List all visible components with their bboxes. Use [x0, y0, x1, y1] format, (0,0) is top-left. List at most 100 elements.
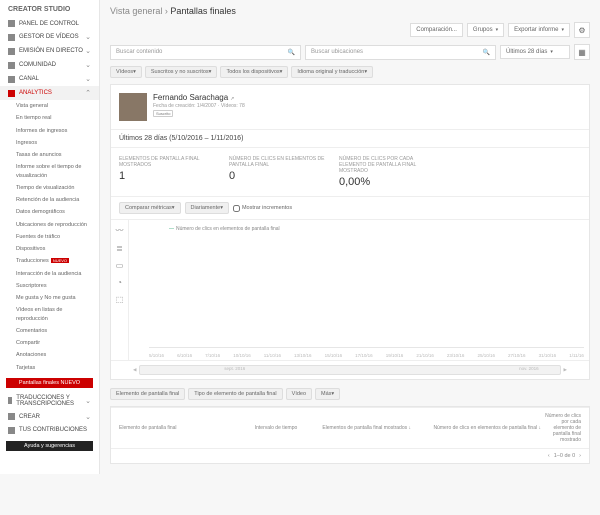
sidebar-item-label: ANALYTICS	[19, 90, 52, 96]
tab-more[interactable]: Más ▾	[315, 388, 340, 400]
table-pager: ‹ 1–0 de 0 ›	[111, 448, 589, 463]
show-increments-checkbox[interactable]	[233, 205, 240, 212]
tab-video[interactable]: Vídeo	[286, 388, 312, 400]
chevron-down-icon: ▾	[172, 205, 175, 211]
chevron-down-icon: ⌄	[85, 413, 91, 421]
stat-ctr[interactable]: NÚMERO DE CLICS POR CADA ELEMENTO DE PAN…	[339, 156, 449, 188]
sidebar-item-label: COMUNIDAD	[19, 62, 56, 68]
filter-language[interactable]: Idioma original y traducción ▾	[291, 66, 373, 78]
report-panel: Fernando Sarachaga↗ Fecha de creación: 1…	[110, 84, 590, 380]
chart-type-toolbar: 〰 ≣ ▭ ◔ ⬚	[111, 220, 129, 360]
analytics-sub-retention[interactable]: Retención de la audiencia	[0, 194, 99, 206]
compare-button[interactable]: Comparación...	[410, 23, 463, 37]
stat-clicks[interactable]: NÚMERO DE CLICS EN ELEMENTOS DE PANTALLA…	[229, 156, 339, 188]
analytics-sub-translations[interactable]: TraduccionesNUEVO	[0, 255, 99, 267]
sidebar-item-channel[interactable]: CANAL⌄	[0, 72, 99, 86]
search-locations-input[interactable]: Buscar ubicaciones🔍	[305, 45, 496, 60]
analytics-sub-watchreport[interactable]: Informe sobre el tiempo de visualización	[0, 161, 99, 182]
analytics-sub-revreport[interactable]: Informes de ingresos	[0, 125, 99, 137]
channel-icon	[8, 76, 15, 83]
analytics-sub-adrates[interactable]: Tasas de anuncios	[0, 149, 99, 161]
sidebar-item-contributions[interactable]: TUS CONTRIBUCIONES	[0, 424, 99, 437]
analytics-sub-engagement[interactable]: Interacción de la audiencia	[0, 268, 99, 280]
mapchart-icon[interactable]: ⬚	[116, 295, 124, 304]
sidebar-item-label: CREAR	[19, 414, 40, 420]
analytics-sub-playlists[interactable]: Vídeos en listas de reproducción	[0, 304, 99, 325]
settings-button[interactable]: ⚙	[574, 22, 590, 38]
tab-element[interactable]: Elemento de pantalla final	[110, 388, 185, 400]
analytics-sub-revenue[interactable]: Ingresos	[0, 137, 99, 149]
col-shown[interactable]: Elementos de pantalla final mostrados ↓	[301, 425, 411, 431]
sidebar-item-live[interactable]: EMISIÓN EN DIRECTO⌄	[0, 44, 99, 58]
analytics-sub-cards[interactable]: Tarjetas	[0, 362, 99, 374]
analytics-sub-traffic[interactable]: Fuentes de tráfico	[0, 231, 99, 243]
sidebar-item-create[interactable]: CREAR ⌄	[0, 410, 99, 424]
barchart-icon[interactable]: ▭	[116, 261, 124, 270]
sidebar-item-label: PANEL DE CONTROL	[19, 21, 79, 27]
pager-prev[interactable]: ‹	[548, 453, 550, 459]
dashboard-icon	[8, 20, 15, 27]
analytics-sub-realtime[interactable]: En tiempo real	[0, 112, 99, 124]
analytics-sub-annotations[interactable]: Anotaciones	[0, 349, 99, 361]
pager-next[interactable]: ›	[579, 453, 581, 459]
filter-subscribed[interactable]: Suscritos y no suscritos ▾	[145, 66, 218, 78]
analytics-sub-subscribers[interactable]: Suscriptores	[0, 280, 99, 292]
sidebar-item-translations[interactable]: TRADUCCIONES Y TRANSCRIPCIONES⌄	[0, 392, 99, 410]
stat-shown[interactable]: ELEMENTOS DE PANTALLA FINAL MOSTRADOS 1	[119, 156, 229, 188]
col-clicks[interactable]: Número de clics en elementos de pantalla…	[411, 425, 541, 431]
analytics-sub-devices[interactable]: Dispositivos	[0, 243, 99, 255]
analytics-sub-demographics[interactable]: Datos demográficos	[0, 206, 99, 218]
scroll-left-handle[interactable]: ◀	[133, 367, 136, 373]
analytics-sub-playback[interactable]: Ubicaciones de reproducción	[0, 219, 99, 231]
stats-row: ELEMENTOS DE PANTALLA FINAL MOSTRADOS 1 …	[111, 148, 589, 197]
compare-metrics-button[interactable]: Comparar métricas ▾	[119, 202, 181, 214]
chart-xticks: 5/10/166/10/167/10/1610/10/1611/10/1613/…	[149, 353, 584, 358]
sidebar-item-community[interactable]: COMUNIDAD⌄	[0, 58, 99, 72]
analytics-sub-watchtime[interactable]: Tiempo de visualización	[0, 182, 99, 194]
sidebar-item-dashboard[interactable]: PANEL DE CONTROL	[0, 17, 99, 30]
date-range-title: Últimos 28 días (5/10/2016 – 1/11/2016)	[111, 130, 589, 148]
help-button[interactable]: Ayuda y sugerencias	[6, 441, 93, 451]
chevron-down-icon: ▾	[550, 49, 553, 55]
sidebar-item-label: CANAL	[19, 76, 39, 82]
export-button[interactable]: Exportar informe▾	[508, 23, 570, 37]
sidebar-item-label: EMISIÓN EN DIRECTO	[19, 48, 83, 54]
analytics-sub-endscreens[interactable]: Pantallas finales NUEVO	[6, 378, 93, 388]
tab-element-type[interactable]: Tipo de elemento de pantalla final	[188, 388, 282, 400]
show-increments-toggle[interactable]: Mostrar incrementos	[233, 202, 292, 214]
live-icon	[8, 48, 15, 55]
granularity-button[interactable]: Diariamente ▾	[185, 202, 229, 214]
analytics-sub-overview[interactable]: Vista general	[0, 100, 99, 112]
open-channel-icon[interactable]: ↗	[230, 96, 234, 102]
crumb-parent[interactable]: Vista general	[110, 6, 162, 16]
chevron-down-icon: ⌄	[85, 33, 91, 41]
chart-scrollbar[interactable]: ◀ sept. 2016 nov. 2016 ▶	[111, 360, 589, 379]
groups-button[interactable]: Grupos▾	[467, 23, 504, 37]
col-element[interactable]: Elemento de pantalla final	[119, 425, 251, 431]
col-interval[interactable]: Intervalo de tiempo	[251, 425, 301, 431]
chevron-down-icon: ▾	[280, 69, 283, 75]
piechart-icon[interactable]: ◔	[117, 278, 122, 287]
search-content-input[interactable]: Buscar contenido🔍	[110, 45, 301, 60]
subscribe-button[interactable]: Suscrito	[153, 110, 173, 117]
scroll-track[interactable]: sept. 2016 nov. 2016	[139, 365, 560, 375]
sidebar-item-label: TUS CONTRIBUCIONES	[19, 427, 87, 433]
contributions-icon	[8, 427, 15, 434]
scroll-right-handle[interactable]: ▶	[564, 367, 567, 373]
search-icon: 🔍	[288, 49, 295, 56]
analytics-sub-sharing[interactable]: Compartir	[0, 337, 99, 349]
table-header: Elemento de pantalla final Intervalo de …	[111, 407, 589, 448]
sidebar-title: CREATOR STUDIO	[0, 6, 99, 17]
chart-plot: Número de clics en elementos de pantalla…	[129, 220, 589, 360]
calendar-button[interactable]: ▦	[574, 44, 590, 60]
col-ctr[interactable]: Número de clics por cada elemento de pan…	[541, 413, 581, 443]
sidebar-item-videos[interactable]: GESTOR DE VÍDEOS⌄	[0, 30, 99, 44]
analytics-sub-likes[interactable]: Me gusta y No me gusta	[0, 292, 99, 304]
multichart-icon[interactable]: ≣	[116, 244, 123, 253]
linechart-icon[interactable]: 〰	[116, 225, 124, 236]
date-range-button[interactable]: Últimos 28 días▾	[500, 45, 570, 59]
filter-videos[interactable]: Vídeos ▾	[110, 66, 142, 78]
filter-devices[interactable]: Todos los dispositivos ▾	[220, 66, 288, 78]
sidebar-item-analytics[interactable]: ANALYTICS⌃	[0, 86, 99, 100]
analytics-sub-comments[interactable]: Comentarios	[0, 325, 99, 337]
